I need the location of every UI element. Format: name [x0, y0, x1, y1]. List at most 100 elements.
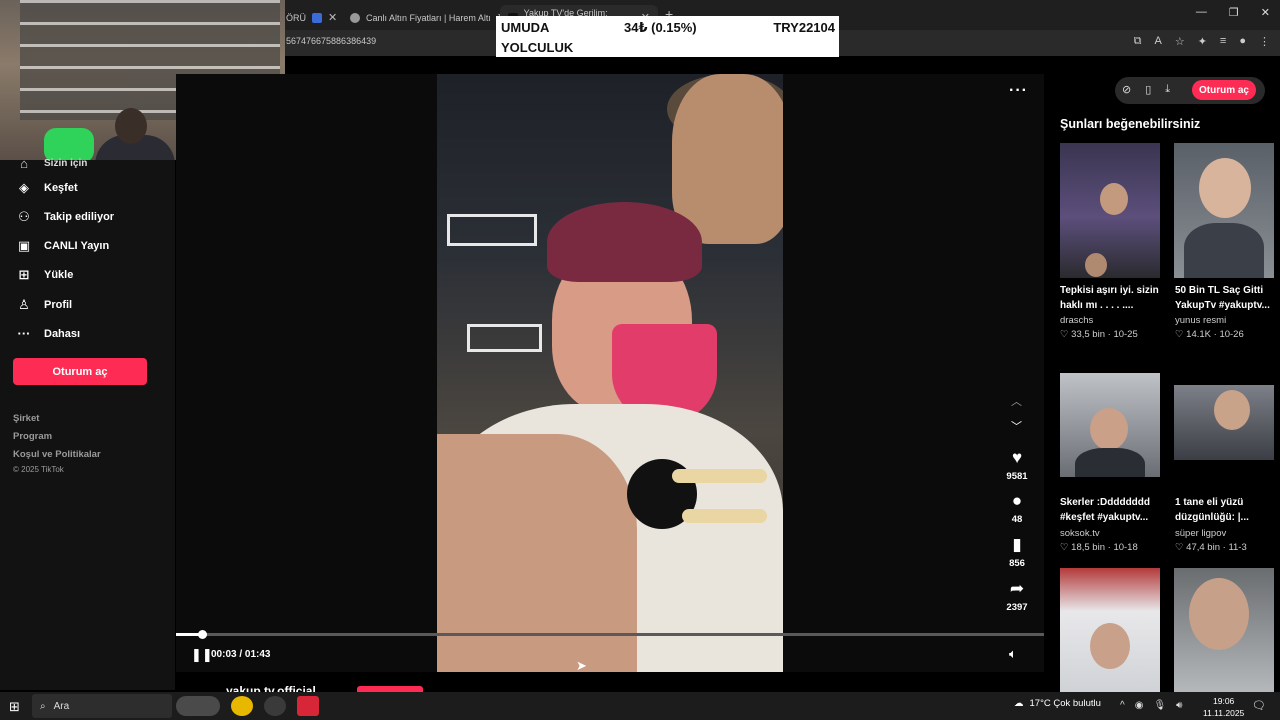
tiktok-sidebar: ⌂ Sizin için ◈ Keşfet ⚇ Takip ediliyor ▣…	[0, 156, 175, 690]
mic-icon[interactable]: 🎙︎	[1153, 700, 1166, 711]
ceiling-lamp	[467, 324, 542, 352]
suggested-thumbnail[interactable]	[1060, 143, 1160, 278]
camera-icon[interactable]: ◉	[1135, 700, 1144, 711]
chevron-up-icon[interactable]: ︿	[1011, 393, 1022, 409]
card-user[interactable]: süper ligpov	[1175, 528, 1226, 539]
weather-text: 17°C Çok bulutlu	[1029, 698, 1101, 709]
suggested-thumbnail[interactable]	[1174, 568, 1274, 692]
suggested-thumbnail[interactable]	[1174, 385, 1274, 460]
tab-favicon-icon	[312, 12, 322, 23]
close-window-icon[interactable]: ✕	[1261, 6, 1270, 19]
nav-item-more[interactable]: ··· Dahası	[16, 326, 81, 341]
nav-label: Yükle	[44, 269, 74, 281]
install-icon[interactable]: ⧉	[1134, 35, 1142, 48]
playback-time: 00:03 / 01:43	[211, 649, 271, 660]
card-date: 10-26	[1219, 329, 1244, 340]
cloud-icon: ☁	[1014, 698, 1024, 709]
share-count: 2397	[1006, 602, 1028, 613]
extensions-icon[interactable]: ✦	[1198, 35, 1207, 48]
restore-icon[interactable]: ❐	[1229, 6, 1239, 19]
like-action[interactable]: ♥ 9581	[1004, 448, 1030, 483]
speaker-icon[interactable]: 🔊︎	[1176, 700, 1182, 711]
nav-item-live[interactable]: ▣ CANLI Yayın	[16, 238, 109, 254]
volume-icon[interactable]: 🔈︎	[1009, 646, 1017, 662]
tab-favicon-icon	[350, 12, 360, 23]
nav-item-kesfet[interactable]: ◈ Keşfet	[16, 180, 78, 196]
nav-item-upload[interactable]: ⊞ Yükle	[16, 267, 74, 283]
clock-date: 11.11.2025	[1203, 708, 1245, 718]
nav-item-profile[interactable]: ♙ Profil	[16, 297, 72, 313]
comment-count: 48	[1011, 514, 1023, 525]
card-title[interactable]: 1 tane eli yüzü düzgünlüğü: |...	[1175, 495, 1280, 525]
media-icon[interactable]: ≡	[1220, 35, 1226, 48]
copyright: © 2025 TikTok	[13, 465, 64, 474]
download-icon[interactable]: ⤓	[1165, 83, 1170, 96]
tab-canli-altin[interactable]: Canlı Altın Fiyatları | Harem Altı ✕	[342, 5, 514, 30]
suggested-thumbnail[interactable]	[1060, 373, 1160, 477]
weather-widget[interactable]: ☁ 17°C Çok bulutlu	[1014, 698, 1101, 709]
card-user[interactable]: soksok.tv	[1060, 528, 1100, 539]
bookmark-icon: ▮	[1012, 535, 1022, 554]
more-icon: ···	[17, 326, 31, 341]
thumb-person	[1100, 183, 1128, 215]
following-icon: ⚇	[18, 209, 30, 224]
star-icon[interactable]: ☆	[1175, 35, 1185, 48]
save-action[interactable]: ▮ 856	[1004, 535, 1030, 570]
video-frame[interactable]	[437, 74, 783, 672]
nav-label: Keşfet	[44, 182, 78, 194]
card-title[interactable]: Tepkisi aşırı iyi. sizin haklı mı . . . …	[1060, 283, 1165, 313]
ticker-name-line1: UMUDA	[501, 20, 550, 35]
explore-icon[interactable]: ⊘	[1122, 83, 1131, 96]
thumb-person	[1199, 158, 1251, 218]
card-meta: ♡ 47,4 bin · 11-3	[1175, 542, 1247, 553]
taskbar-task-view-icon[interactable]	[176, 696, 220, 716]
menu-kebab-icon[interactable]: ⋮	[1259, 35, 1270, 48]
chevron-up-icon[interactable]: ^	[1120, 700, 1125, 711]
login-button-top[interactable]: Oturum aç	[1192, 80, 1256, 100]
progress-knob[interactable]	[198, 630, 207, 639]
nav-item-for-you[interactable]: ⌂ Sizin için	[16, 156, 87, 171]
card-meta: ♡ 18,5 bin · 10-18	[1060, 542, 1138, 553]
mobile-icon[interactable]: ▯	[1145, 83, 1151, 96]
card-user[interactable]: draschs	[1060, 315, 1093, 326]
chevron-down-icon[interactable]: ﹀	[1011, 418, 1022, 434]
wax-stick	[682, 509, 767, 523]
wax-stick	[672, 469, 767, 483]
share-action[interactable]: ➦ 2397	[1004, 579, 1030, 614]
comment-action[interactable]: ● 48	[1004, 492, 1030, 526]
taskbar-search[interactable]: ⌕ Ara	[32, 694, 172, 718]
nav-label: Takip ediliyor	[44, 211, 115, 223]
suggested-thumbnail[interactable]	[1174, 143, 1274, 278]
card-title[interactable]: Skerler :Dddddddd #keşfet #yakuptv...	[1060, 495, 1165, 525]
close-tab-icon[interactable]: ✕	[328, 11, 337, 24]
obs-taskbar-icon[interactable]	[264, 696, 286, 716]
tab-oru[interactable]: ÖRÜ ✕	[278, 5, 345, 30]
heart-icon: ♥	[1011, 448, 1023, 467]
pause-icon[interactable]: ❚❚	[191, 647, 213, 663]
card-user[interactable]: yunus resmi	[1175, 315, 1226, 326]
heart-outline-icon: ♡	[1060, 542, 1069, 553]
app-taskbar-icon[interactable]	[297, 696, 319, 716]
live-icon: ▣	[17, 238, 31, 253]
more-options-icon[interactable]: ···	[1009, 82, 1028, 100]
profile-avatar-icon[interactable]: ●	[1239, 35, 1246, 48]
footer-link-company[interactable]: Şirket	[13, 413, 39, 424]
card-title[interactable]: 50 Bin TL Saç Gitti YakupTv #yakuptv...	[1175, 283, 1280, 313]
footer-link-program[interactable]: Program	[13, 431, 52, 442]
notification-icon[interactable]: 🗨︎	[1252, 699, 1266, 712]
taskbar-clock[interactable]: 19:06 11.11.2025	[1203, 695, 1244, 719]
suggestions-title: Şunları beğenebilirsiniz	[1060, 117, 1201, 131]
nav-label: Profil	[44, 299, 73, 311]
progress-bar[interactable]	[176, 630, 1044, 639]
nav-item-following[interactable]: ⚇ Takip ediliyor	[16, 209, 114, 225]
translate-icon[interactable]: A	[1154, 35, 1161, 48]
login-button[interactable]: Oturum aç	[13, 358, 147, 385]
suggested-thumbnail[interactable]	[1060, 568, 1160, 692]
minimize-icon[interactable]: —	[1196, 6, 1207, 19]
chrome-taskbar-icon[interactable]	[231, 696, 253, 716]
share-icon: ➦	[1009, 579, 1025, 598]
url-text[interactable]: 567476675886386439	[286, 36, 376, 46]
footer-link-terms[interactable]: Koşul ve Politikalar	[13, 449, 101, 460]
like-count: 9581	[1006, 471, 1028, 482]
windows-start-icon[interactable]: ⊞	[9, 699, 20, 715]
